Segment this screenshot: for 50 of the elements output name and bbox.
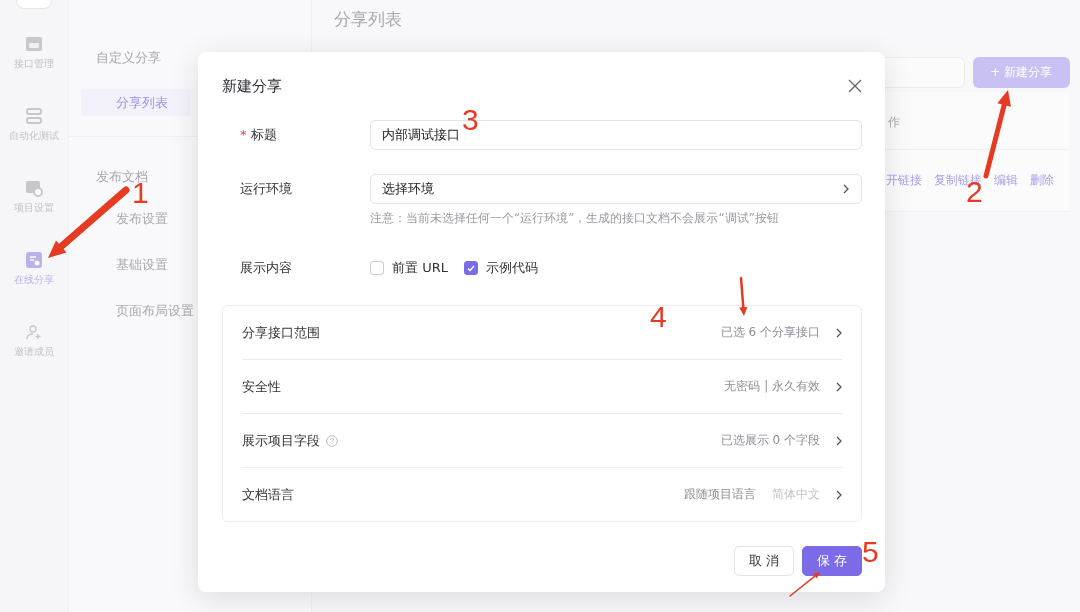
setting-value[interactable]: 无密码 | 永久有效 (724, 378, 842, 395)
required-mark: * (240, 127, 247, 142)
page-title: 分享列表 (334, 8, 402, 31)
field-label: 运行环境 (240, 181, 292, 196)
sidebar-item[interactable]: 分享列表 (81, 89, 191, 116)
setting-value[interactable]: 已选 6 个分享接口 (720, 324, 842, 341)
chevron-icon (836, 489, 842, 500)
setting-label: 安全性 (242, 377, 281, 396)
setting-label: 文档语言 (242, 485, 294, 504)
hint-text: 注意：当前未选择任何一个“运行环境”，生成的接口文档不会展示“调试”按钮 (370, 210, 780, 227)
close-button[interactable] (848, 79, 862, 93)
setting-value[interactable]: 已选展示 0 个字段 (720, 432, 842, 449)
checkbox[interactable] (370, 261, 384, 275)
share-icon (25, 251, 43, 269)
stack-icon (25, 107, 43, 125)
cancel-button[interactable]: 取 消 (733, 546, 794, 576)
action-link[interactable]: 编辑 (994, 172, 1018, 189)
chevron-icon (836, 435, 842, 446)
search-field[interactable] (884, 57, 965, 88)
checkbox[interactable] (463, 261, 478, 275)
api-icon (25, 35, 43, 53)
field-label: 标题 (250, 127, 277, 142)
chevron-icon (843, 184, 849, 194)
annotation-number: 4 (650, 305, 667, 329)
field-label: 展示内容 (240, 260, 292, 275)
checkbox-label: 示例代码 (485, 259, 538, 277)
setting-label: 展示项目字段 (242, 431, 320, 450)
add-user-icon (25, 323, 43, 341)
annotation-arrow (739, 276, 748, 316)
annotation-arrow (789, 572, 820, 597)
environment-select[interactable]: 选择环境 (370, 174, 862, 204)
sidebar-group-title: 发布文档 (96, 169, 148, 184)
action-link[interactable]: 开链接 (886, 172, 922, 189)
sidebar-group-title: 自定义分享 (96, 50, 161, 65)
annotation-number: 5 (862, 540, 879, 564)
column-header: 作 (887, 114, 900, 131)
setting-value[interactable]: 跟随项目语言 简体中文 (684, 486, 842, 503)
chevron-icon (836, 327, 842, 338)
help-icon (326, 434, 338, 447)
dialog-title: 新建分享 (222, 76, 282, 96)
chevron-icon (836, 381, 842, 392)
new-share-button[interactable]: + 新建分享 (972, 57, 1070, 88)
action-link[interactable]: 删除 (1030, 172, 1054, 189)
settings-icon (25, 179, 43, 197)
sidebar-item[interactable]: 基础设置 (81, 254, 191, 275)
sidebar-item[interactable]: 发布设置 (81, 208, 191, 229)
check-icon (466, 264, 475, 272)
checkbox-label: 前置 URL (392, 259, 448, 277)
setting-label: 分享接口范围 (242, 323, 320, 342)
save-button[interactable]: 保 存 (801, 546, 862, 576)
